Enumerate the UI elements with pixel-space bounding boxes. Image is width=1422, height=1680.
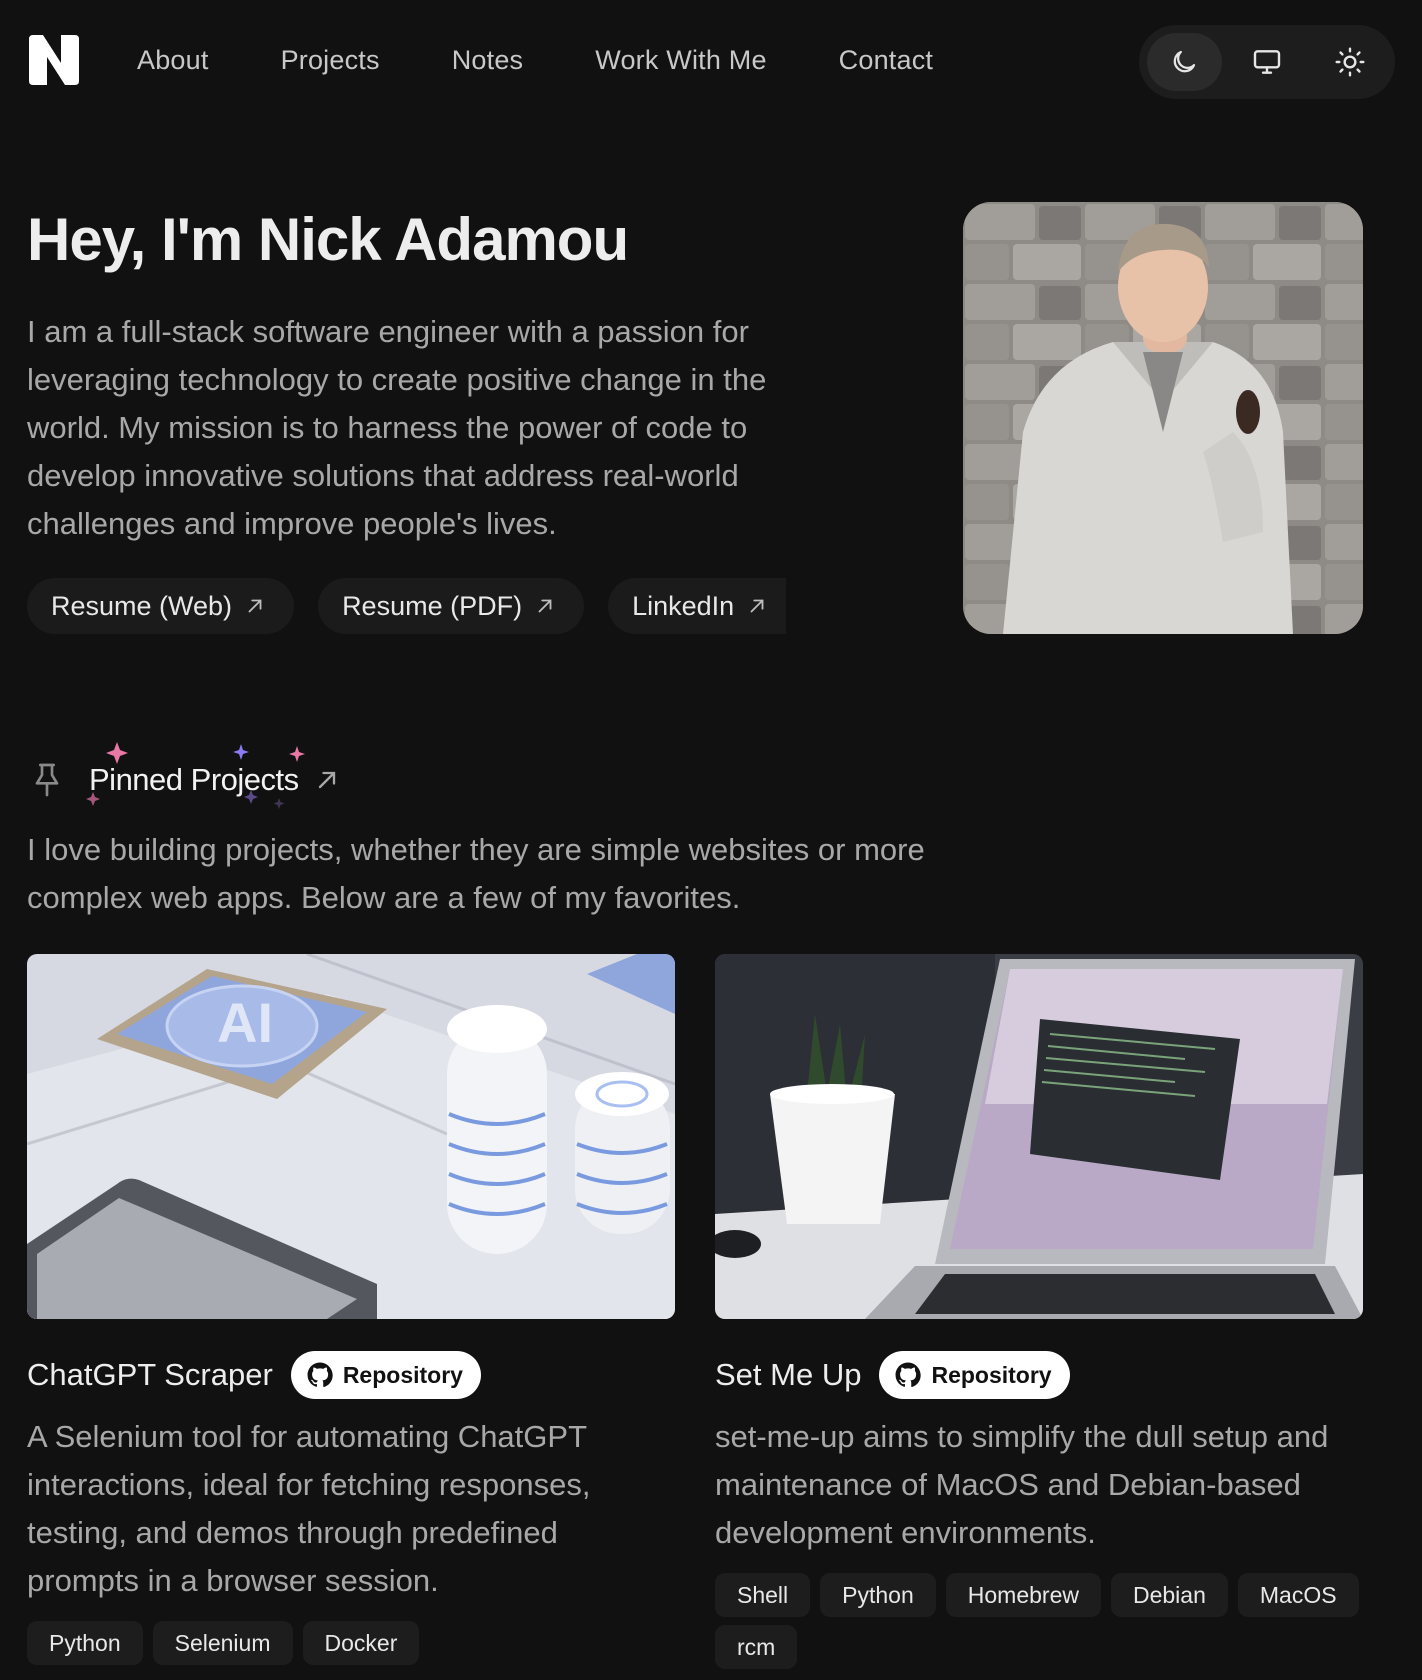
arrow-up-right-icon <box>538 599 552 613</box>
theme-light-button[interactable] <box>1312 33 1387 91</box>
resume-pdf-link[interactable]: Resume (PDF) <box>318 578 585 634</box>
pinned-projects-title: Pinned Projects <box>86 742 305 809</box>
resume-pdf-label: Resume (PDF) <box>342 590 523 621</box>
project-card-set-me-up: Set Me Up Repository set-me-up aims to s… <box>715 954 1363 1669</box>
hero-links: Resume (Web) Resume (PDF) LinkedIn <box>27 578 787 634</box>
tag: Python <box>820 1573 936 1617</box>
tag: Shell <box>715 1573 811 1617</box>
site-header: About Projects Notes Work With Me Contac… <box>27 25 1395 99</box>
resume-web-link[interactable]: Resume (Web) <box>27 578 295 634</box>
hero-title: Hey, I'm Nick Adamou <box>27 206 629 273</box>
logo[interactable] <box>27 33 81 87</box>
arrow-up-right-icon <box>318 771 335 789</box>
nav-work-with-me[interactable]: Work With Me <box>595 45 766 76</box>
tag: Selenium <box>152 1621 293 1665</box>
repository-label: Repository <box>342 1361 463 1388</box>
svg-text:AI: AI <box>217 991 273 1054</box>
pinned-projects-intro: I love building projects, whether they a… <box>27 832 925 915</box>
resume-web-label: Resume (Web) <box>51 590 233 621</box>
linkedin-link[interactable]: LinkedIn <box>608 578 787 634</box>
profile-photo <box>963 202 1363 634</box>
tag: Debian <box>1110 1573 1228 1617</box>
nav-projects[interactable]: Projects <box>281 45 380 76</box>
project-tags: Shell Python Homebrew Debian MacOS rcm <box>715 1573 1363 1669</box>
hero-intro: I am a full-stack software engineer with… <box>27 314 767 541</box>
sun-icon <box>1335 47 1365 77</box>
tag: MacOS <box>1237 1573 1359 1617</box>
repository-button[interactable]: Repository <box>879 1351 1070 1399</box>
page: About Projects Notes Work With Me Contac… <box>0 0 1422 1680</box>
tag: Docker <box>302 1621 420 1665</box>
theme-switcher <box>1139 25 1395 99</box>
theme-dark-button[interactable] <box>1147 33 1222 91</box>
linkedin-label: LinkedIn <box>632 590 735 621</box>
nav-contact[interactable]: Contact <box>839 45 933 76</box>
monitor-icon <box>1253 50 1281 74</box>
main-nav: About Projects Notes Work With Me Contac… <box>137 45 1005 76</box>
project-title[interactable]: Set Me Up <box>715 1357 861 1393</box>
project-image-chatgpt-scraper[interactable]: AI <box>27 954 675 1319</box>
project-title[interactable]: ChatGPT Scraper <box>27 1357 273 1393</box>
repository-label: Repository <box>931 1361 1052 1388</box>
project-description: A Selenium tool for automating ChatGPT i… <box>27 1419 591 1598</box>
project-image-set-me-up[interactable] <box>715 954 1363 1319</box>
project-tags: Python Selenium Docker <box>27 1621 675 1665</box>
nav-notes[interactable]: Notes <box>452 45 524 76</box>
theme-system-button[interactable] <box>1230 33 1305 91</box>
pin-icon <box>35 763 59 797</box>
project-card-chatgpt-scraper: AI ChatGPT Scraper Repository A Selenium… <box>27 954 675 1665</box>
sparkles-icon <box>86 742 305 809</box>
nav-about[interactable]: About <box>137 45 209 76</box>
tag: rcm <box>715 1625 798 1669</box>
pinned-projects-heading[interactable]: Pinned Projects <box>27 742 341 809</box>
project-description: set-me-up aims to simplify the dull setu… <box>715 1419 1329 1550</box>
repository-button[interactable]: Repository <box>290 1351 481 1399</box>
tag: Python <box>27 1621 143 1665</box>
tag: Homebrew <box>945 1573 1101 1617</box>
github-icon <box>307 1362 333 1388</box>
arrow-up-right-icon <box>248 599 262 613</box>
arrow-up-right-icon <box>750 599 764 613</box>
github-icon <box>895 1362 922 1388</box>
moon-icon <box>1174 50 1196 73</box>
